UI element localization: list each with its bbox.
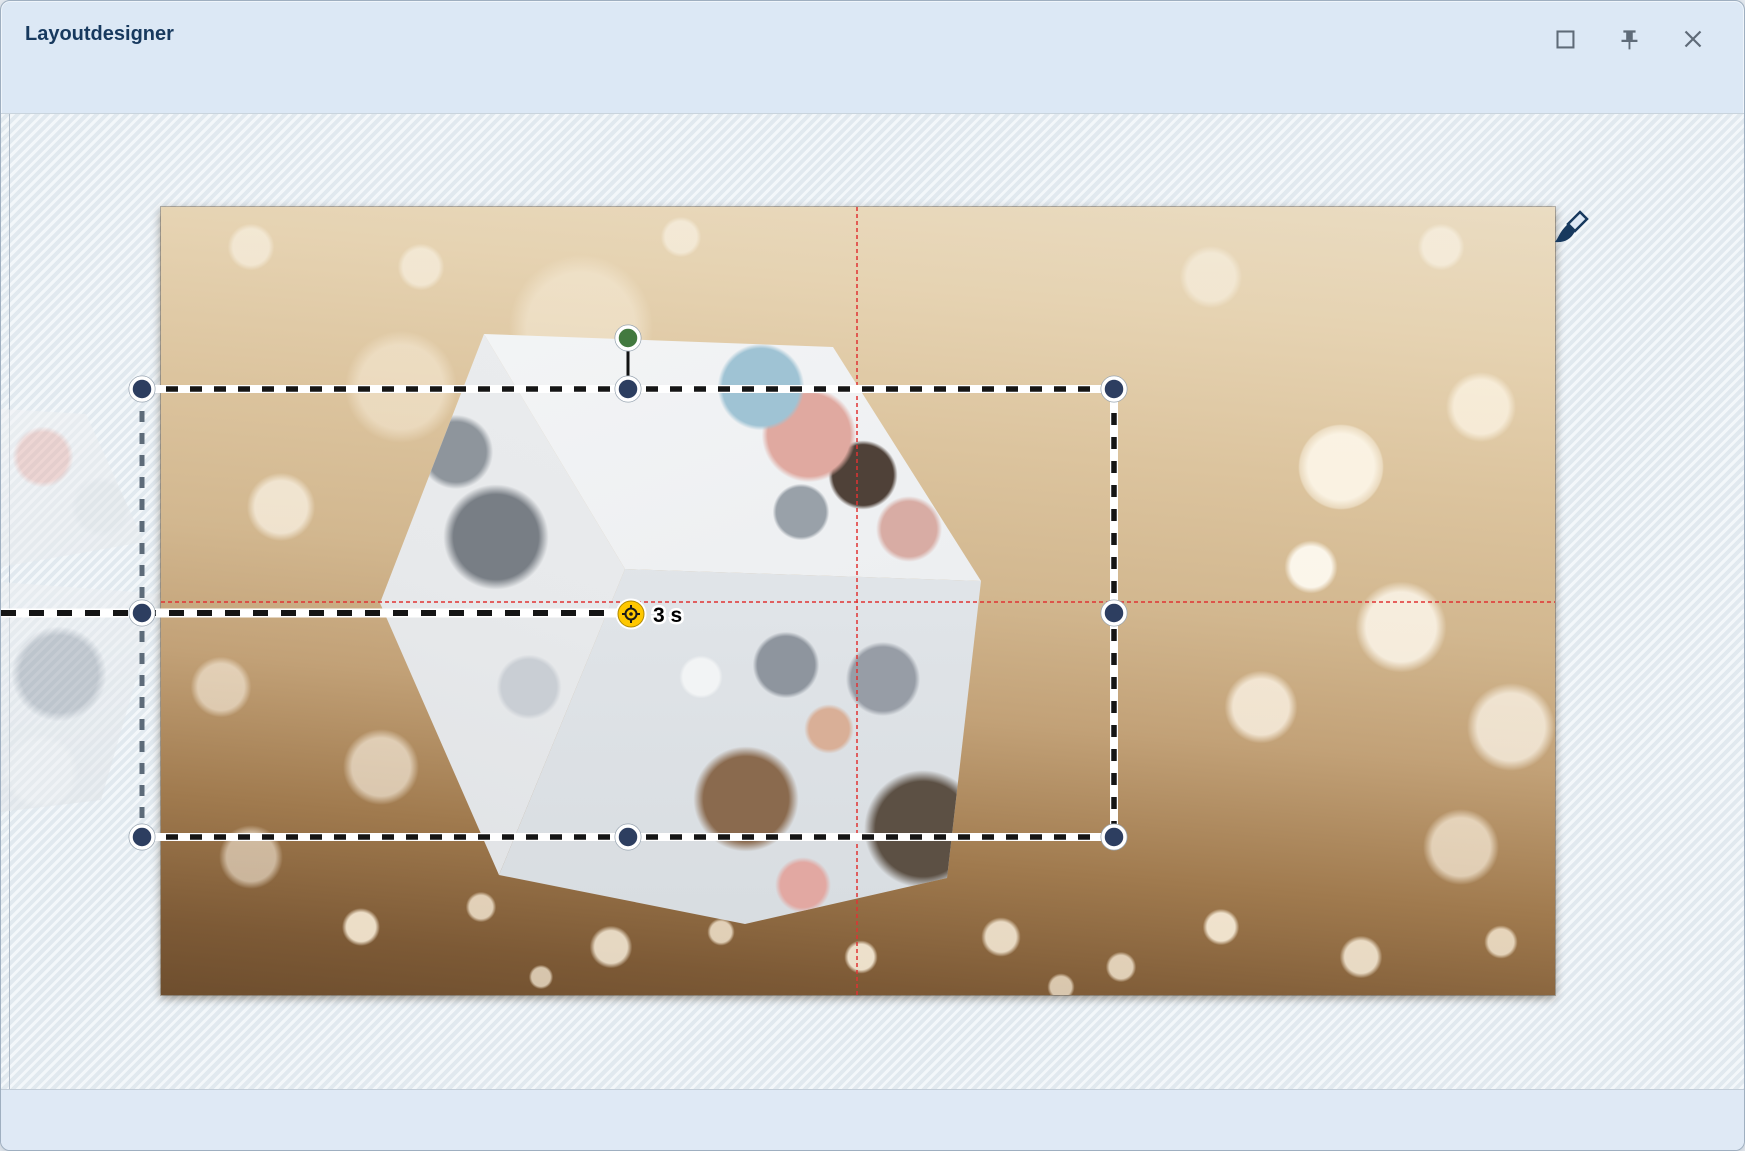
ghost-object-previous-position: [1, 397, 151, 572]
maximize-button[interactable]: [1547, 21, 1583, 57]
maximize-icon: [1550, 24, 1580, 54]
titlebar[interactable]: Layoutdesigner: [1, 1, 1744, 57]
pushpin-icon: [1614, 24, 1644, 54]
toolbar: Zeitmarke: s: [1, 57, 1744, 113]
transport-bar: 00:01.000 Live-Vorschau: [1, 1089, 1744, 1151]
paintbrush-icon[interactable]: [1555, 212, 1587, 242]
ghost-object-previous-position: [1, 582, 166, 814]
resize-handle-top-left[interactable]: [129, 376, 155, 402]
close-icon: [1678, 24, 1708, 54]
cube-front-face-photo[interactable]: [161, 207, 1555, 995]
layout-canvas[interactable]: [161, 207, 1555, 995]
resize-handle-bottom-left[interactable]: [129, 824, 155, 850]
pin-button[interactable]: [1611, 21, 1647, 57]
window-title: Layoutdesigner: [25, 23, 174, 46]
work-area: 3 s: [1, 113, 1745, 1089]
layoutdesigner-window: Layoutdesigner: [0, 0, 1745, 1151]
close-button[interactable]: [1675, 21, 1711, 57]
